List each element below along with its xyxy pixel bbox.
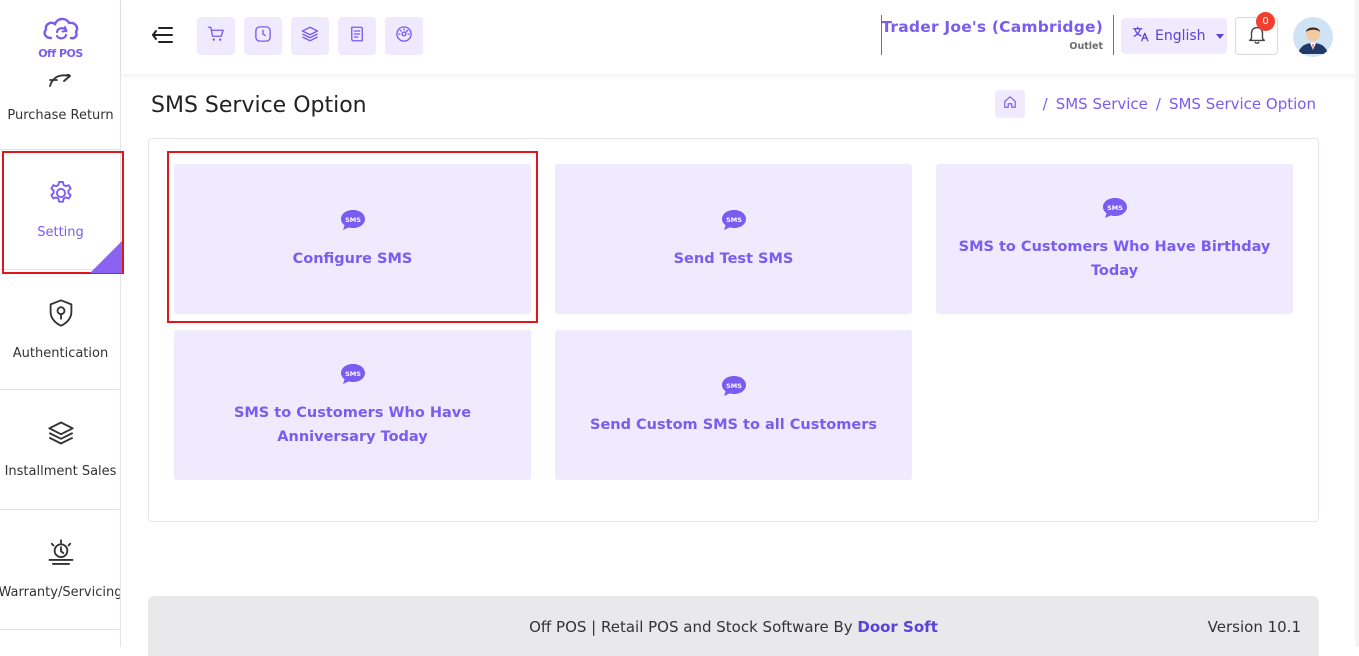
- notification-count-badge: 0: [1256, 12, 1275, 31]
- svg-text:SMS: SMS: [726, 215, 742, 223]
- breadcrumb-current: SMS Service Option: [1168, 95, 1316, 113]
- sidebar-item-warranty-servicing[interactable]: Warranty/Servicing: [0, 510, 121, 630]
- page-title: SMS Service Option: [151, 93, 367, 118]
- breadcrumb-separator: /: [1155, 95, 1161, 113]
- sms-icon: SMS: [1101, 196, 1129, 224]
- quick-stock-button[interactable]: [291, 17, 329, 55]
- menu-collapse-icon[interactable]: [151, 26, 173, 48]
- birthday-sms-card[interactable]: SMS SMS to Customers Who Have Birthday T…: [936, 164, 1293, 314]
- sms-icon: SMS: [339, 362, 367, 390]
- page-scrollbar[interactable]: [1355, 0, 1359, 647]
- clock-icon: [254, 25, 272, 47]
- sidebar-item-label: Purchase Return: [7, 108, 114, 123]
- sidebar-item-label: Warranty/Servicing: [0, 585, 121, 600]
- layers-icon: [47, 420, 75, 450]
- custom-sms-card[interactable]: SMS Send Custom SMS to all Customers: [555, 330, 912, 480]
- language-dropdown[interactable]: English: [1121, 18, 1227, 54]
- svg-text:SMS: SMS: [1107, 203, 1123, 211]
- quick-pos-cart-button[interactable]: [197, 17, 235, 55]
- language-label: English: [1155, 28, 1206, 44]
- receipt-icon: [348, 25, 366, 47]
- quick-dashboard-button[interactable]: [385, 17, 423, 55]
- top-header: Trader Joe's (Cambridge) Outlet English …: [121, 0, 1359, 74]
- chevron-down-icon: [1215, 33, 1224, 39]
- breadcrumb-separator: /: [1042, 95, 1048, 113]
- translate-icon: [1132, 25, 1150, 47]
- footer-credit: Off POS | Retail POS and Stock Software …: [529, 618, 858, 636]
- sidebar: Purchase Return Setting Authentication I…: [0, 0, 121, 647]
- logo-text: Off POS: [38, 47, 83, 60]
- send-test-sms-card[interactable]: SMS Send Test SMS: [555, 164, 912, 314]
- app-version: Version 10.1: [1207, 618, 1301, 636]
- breadcrumb: / SMS Service / SMS Service Option: [994, 90, 1316, 118]
- outlet-name: Trader Joe's (Cambridge): [881, 18, 1103, 36]
- user-avatar[interactable]: [1293, 17, 1333, 57]
- notifications-button[interactable]: 0: [1235, 12, 1278, 55]
- cart-icon: [207, 25, 225, 47]
- svg-text:SMS: SMS: [726, 381, 742, 389]
- card-title: Send Custom SMS to all Customers: [590, 416, 877, 433]
- outlet-type: Outlet: [1069, 41, 1103, 52]
- active-corner-marker: [90, 241, 122, 273]
- sidebar-item-installment-sales[interactable]: Installment Sales: [0, 390, 120, 510]
- footer: Off POS | Retail POS and Stock Software …: [148, 596, 1319, 656]
- sidebar-item-authentication[interactable]: Authentication: [0, 270, 120, 390]
- dashboard-gauge-icon: [395, 25, 413, 47]
- sms-icon: SMS: [720, 208, 748, 236]
- footer-company-link[interactable]: Door Soft: [857, 618, 938, 636]
- sms-icon: SMS: [720, 374, 748, 402]
- service-icon: [46, 539, 76, 571]
- footer-text: Off POS | Retail POS and Stock Software …: [148, 618, 1319, 636]
- sidebar-item-label: Setting: [37, 225, 84, 240]
- sidebar-item-label: Authentication: [12, 346, 109, 361]
- gear-icon: [47, 179, 75, 211]
- svg-text:SMS: SMS: [345, 215, 361, 223]
- svg-text:SMS: SMS: [345, 369, 361, 377]
- cloud-sync-logo-icon: [41, 14, 81, 48]
- quick-attendance-button[interactable]: [244, 17, 282, 55]
- card-title: SMS to Customers Who Have Anniversary To…: [233, 404, 472, 445]
- card-title: SMS to Customers Who Have Birthday Today: [958, 238, 1271, 279]
- app-logo[interactable]: Off POS: [0, 0, 120, 74]
- sms-icon: SMS: [339, 208, 367, 236]
- breadcrumb-link-sms-service[interactable]: SMS Service: [1056, 95, 1148, 113]
- sidebar-item-label: Installment Sales: [4, 464, 117, 479]
- shield-key-icon: [47, 298, 75, 332]
- quick-report-button[interactable]: [338, 17, 376, 55]
- outlet-info[interactable]: Trader Joe's (Cambridge) Outlet: [881, 15, 1114, 55]
- configure-sms-card[interactable]: SMS Configure SMS: [174, 164, 531, 314]
- breadcrumb-home-button[interactable]: [994, 90, 1025, 118]
- anniversary-sms-card[interactable]: SMS SMS to Customers Who Have Anniversar…: [174, 330, 531, 480]
- home-icon: [1003, 95, 1017, 113]
- layers-icon: [301, 25, 319, 47]
- card-title: Configure SMS: [292, 250, 413, 267]
- card-title: Send Test SMS: [673, 250, 794, 267]
